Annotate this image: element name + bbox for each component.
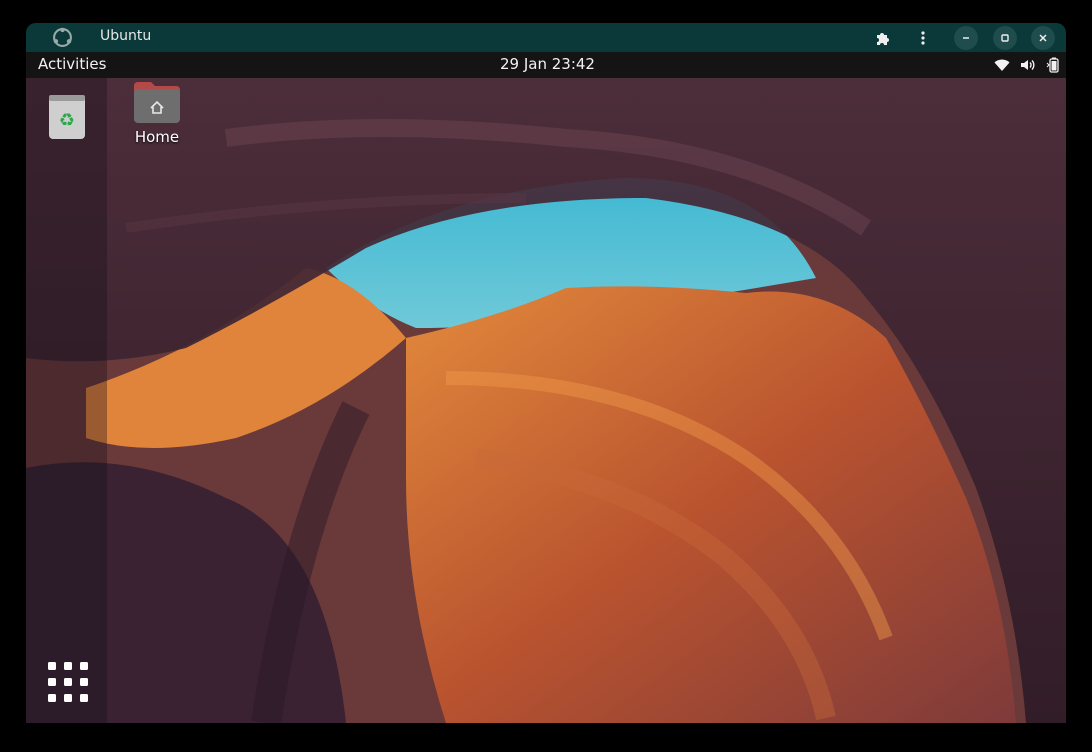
- gnome-top-bar: Activities 29 Jan 23:42: [26, 52, 1066, 78]
- home-folder-label[interactable]: Home: [124, 128, 190, 146]
- system-status-area[interactable]: [994, 55, 1060, 75]
- window-title: Ubuntu: [100, 28, 152, 44]
- clock[interactable]: 29 Jan 23:42: [500, 55, 595, 73]
- svg-text:♻: ♻: [59, 110, 75, 131]
- battery-icon: [1046, 57, 1059, 73]
- minimize-icon: [963, 37, 969, 39]
- activities-button[interactable]: Activities: [38, 55, 106, 73]
- menu-button[interactable]: [911, 26, 935, 50]
- maximize-button[interactable]: [993, 26, 1017, 50]
- window-titlebar[interactable]: Ubuntu: [26, 23, 1066, 52]
- minimize-button[interactable]: [954, 26, 978, 50]
- canyon-wallpaper: [26, 78, 1066, 723]
- vm-window: Ubuntu Activities 29 Jan 23:42 ♻ Home: [26, 23, 1066, 723]
- close-button[interactable]: [1031, 26, 1055, 50]
- app-grid-icon[interactable]: [46, 660, 90, 704]
- maximize-icon: [1001, 34, 1009, 42]
- ubuntu-logo-icon: [53, 27, 72, 47]
- wifi-icon: [994, 59, 1010, 71]
- dock: [26, 78, 107, 723]
- puzzle-icon: [877, 33, 889, 45]
- volume-icon: [1021, 60, 1035, 70]
- vertical-ellipsis-icon: [921, 31, 925, 45]
- desktop-wallpaper[interactable]: ♻ Home: [26, 78, 1066, 723]
- close-icon: [1039, 34, 1047, 42]
- extensions-button[interactable]: [871, 26, 895, 50]
- home-folder-icon[interactable]: [133, 80, 181, 124]
- trash-icon[interactable]: ♻: [48, 94, 86, 140]
